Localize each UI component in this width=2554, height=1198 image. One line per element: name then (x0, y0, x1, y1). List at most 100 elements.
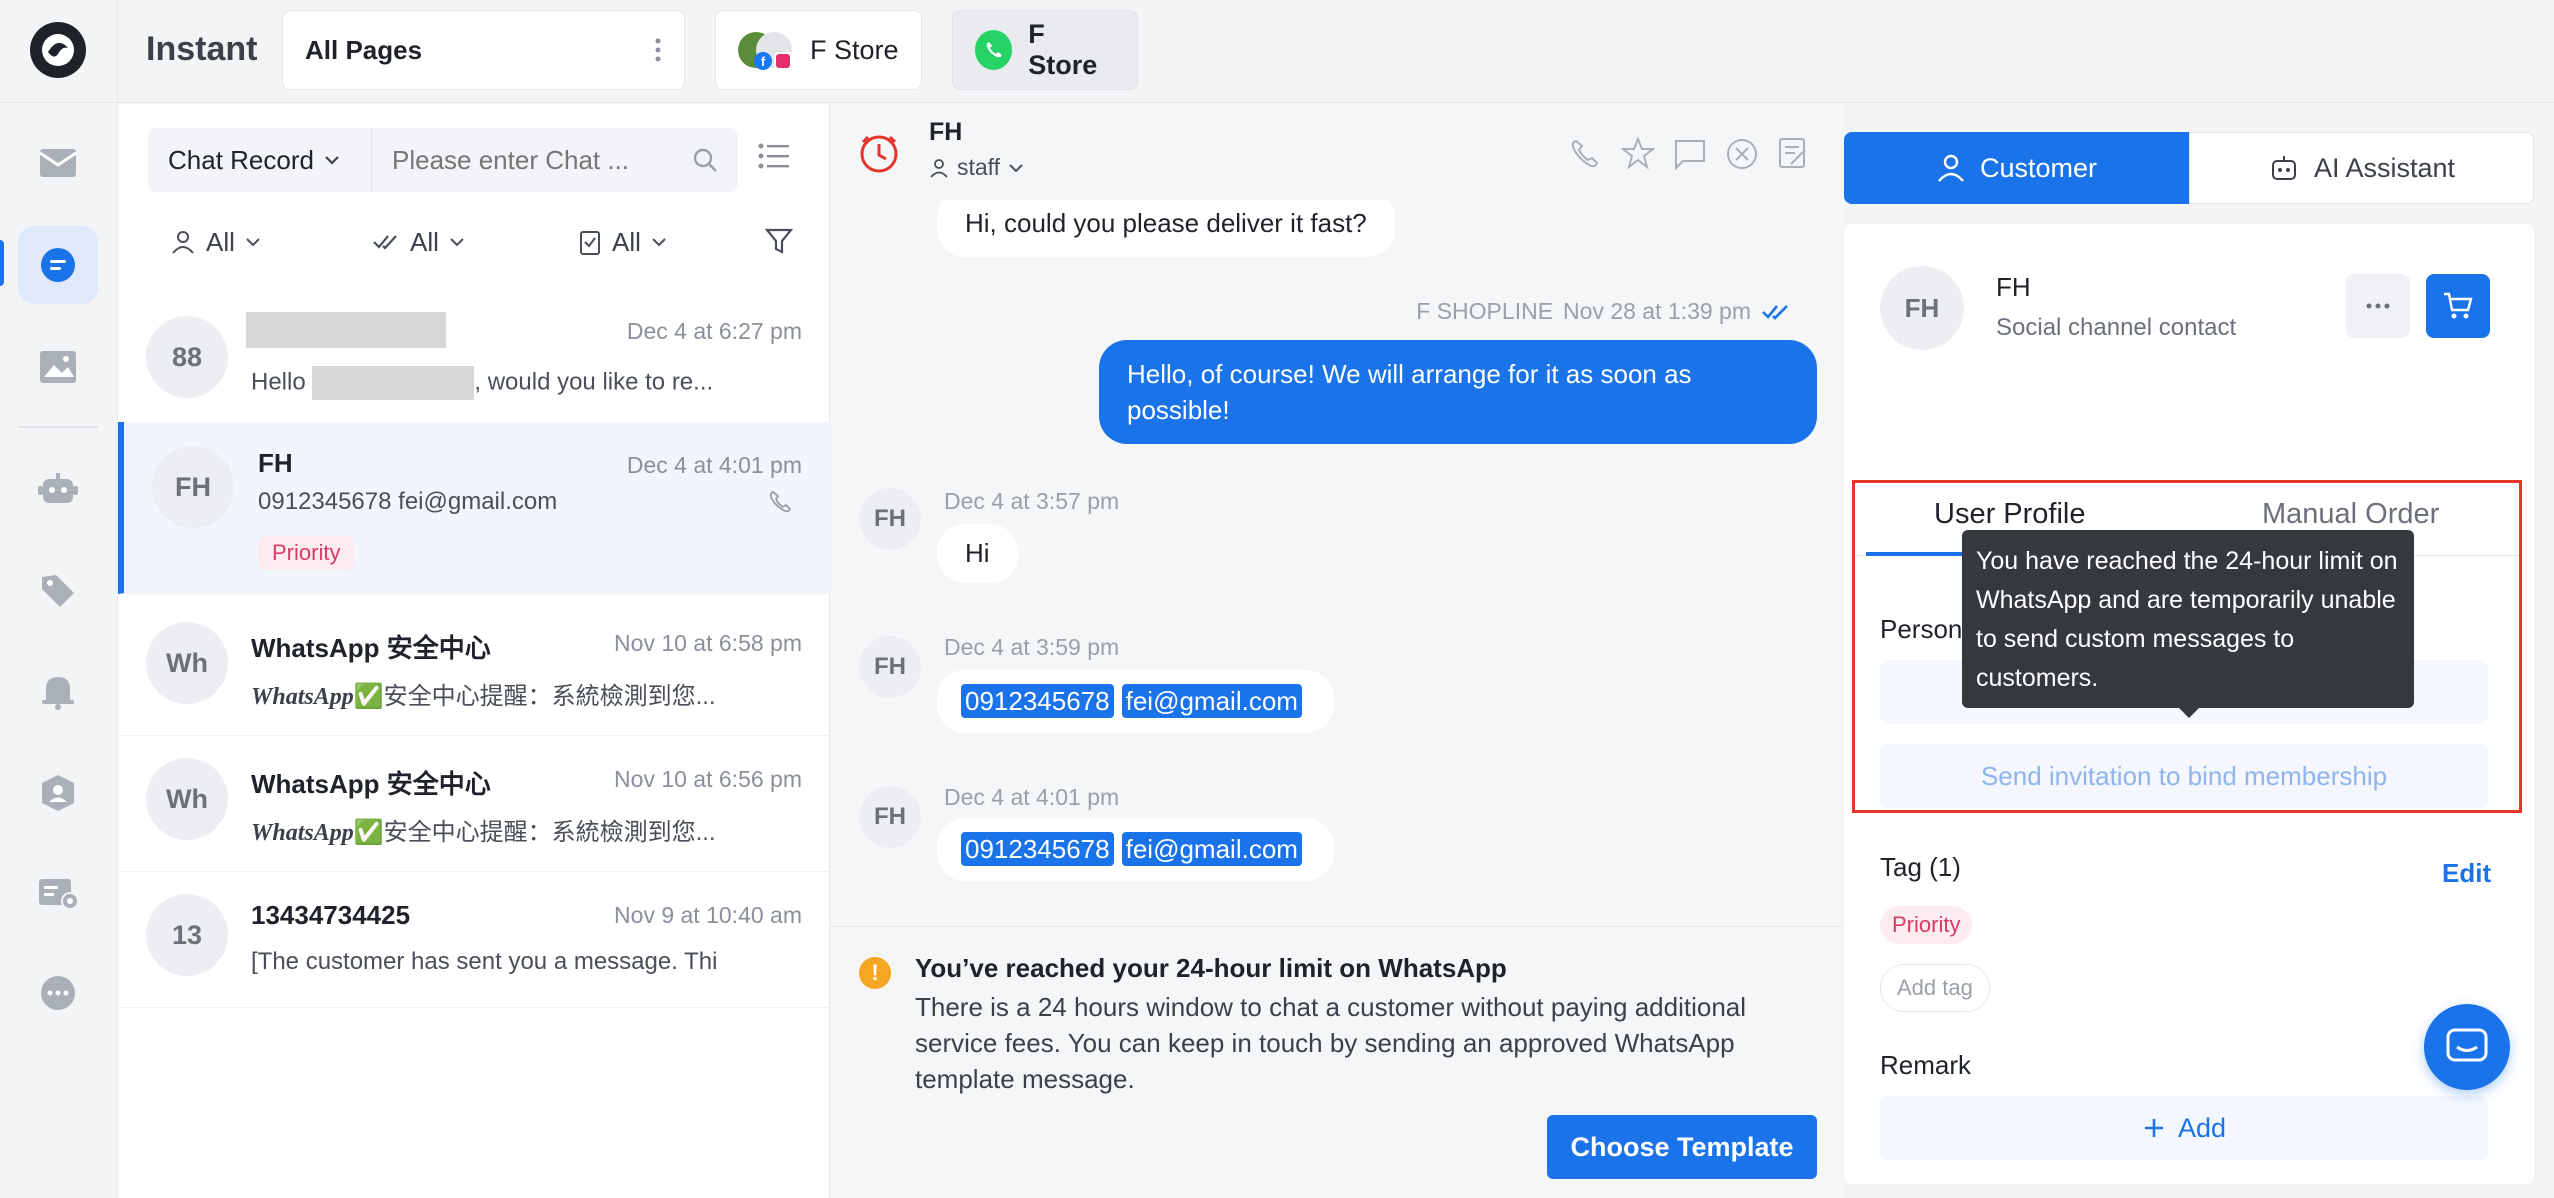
message-box-icon[interactable] (1673, 138, 1707, 170)
chat-time: Dec 4 at 6:27 pm (626, 318, 802, 344)
chat-name: WhatsApp 安全中心 (251, 769, 491, 799)
clipboard-icon (580, 231, 600, 255)
phone-icon[interactable] (768, 490, 792, 514)
chevron-down-icon (450, 238, 464, 247)
edit-tags-link[interactable]: Edit (2442, 858, 2491, 889)
store-tab-facebook-instagram[interactable]: f F Store (715, 10, 922, 90)
funnel-filter-icon[interactable] (764, 226, 794, 256)
store-tab-whatsapp[interactable]: F Store (952, 10, 1138, 90)
more-icon[interactable] (18, 954, 98, 1032)
list-view-icon[interactable] (758, 142, 790, 170)
chat-list-item[interactable]: 88 Dec 4 at 6:27 pm Hello , would you li… (118, 290, 830, 430)
avatar: FH (152, 446, 234, 528)
help-chat-button[interactable] (2424, 1004, 2510, 1090)
tab-customer[interactable]: Customer (1844, 132, 2189, 204)
message-bubble-incoming: 0912345678 fei@gmail.com (937, 670, 1334, 733)
chat-search-bar: Chat Record (148, 128, 738, 192)
remark-label: Remark (1880, 1050, 1972, 1080)
email-link[interactable]: fei@gmail.com (1121, 684, 1302, 718)
chat-list-item-selected[interactable]: FH FH Dec 4 at 4:01 pm 0912345678 fei@gm… (118, 422, 830, 594)
avatar: FH (1880, 266, 1964, 350)
filter-assignee[interactable]: All (170, 216, 261, 268)
filter-label: All (206, 226, 235, 257)
app-logo-icon[interactable] (30, 22, 86, 78)
message-time: Dec 4 at 3:59 pm (944, 634, 1120, 660)
chat-name: 13434734425 (251, 900, 411, 930)
chat-list-item[interactable]: 13 13434734425 Nov 9 at 10:40 am [The cu… (118, 868, 830, 1008)
sender-name: F SHOPLINE (1416, 298, 1554, 324)
priority-tag: Priority (258, 536, 355, 570)
phone-link[interactable]: 0912345678 (961, 684, 1114, 718)
message-meta: F SHOPLINE Nov 28 at 1:39 pm (1416, 298, 1793, 325)
store-tab-label: F Store (810, 34, 899, 65)
pages-select[interactable]: All Pages (282, 10, 685, 90)
chat-record-select[interactable]: Chat Record (148, 128, 372, 192)
read-receipt-icon (1762, 304, 1788, 320)
chat-preview: [The customer has sent you a message. Th… (251, 948, 718, 975)
customer-type: Social channel contact (1996, 314, 2237, 341)
chat-time: Nov 9 at 10:40 am (614, 902, 802, 928)
star-icon[interactable] (1621, 136, 1655, 170)
message-bubble-incoming: Hi (937, 524, 1018, 583)
call-icon[interactable] (1569, 138, 1601, 170)
assignee-select[interactable]: staff (929, 154, 1024, 181)
add-tag-button[interactable]: Add tag (1880, 964, 1990, 1012)
choose-template-button[interactable]: Choose Template (1547, 1115, 1817, 1179)
chat-icon[interactable] (18, 226, 98, 304)
block-icon[interactable] (1725, 137, 1759, 171)
filter-label: All (612, 226, 641, 257)
chat-bubble-icon (2446, 1028, 2488, 1062)
chat-list-item[interactable]: Wh WhatsApp 安全中心 Nov 10 at 6:56 pm Whats… (118, 732, 830, 872)
email-link[interactable]: fei@gmail.com (1121, 832, 1302, 866)
tag-icon[interactable] (18, 552, 98, 630)
tab-label: AI Assistant (2313, 152, 2456, 183)
kebab-menu-icon[interactable] (654, 37, 662, 63)
search-icon[interactable] (692, 147, 718, 173)
cart-button[interactable] (2426, 274, 2490, 338)
chat-list-panel: Chat Record All All All 88 Dec 4 at 6:27… (118, 104, 830, 1198)
chat-record-label: Chat Record (168, 144, 314, 175)
chevron-down-icon (652, 238, 666, 247)
avatar: 88 (146, 316, 228, 398)
warning-icon: ! (859, 957, 891, 989)
chat-preview: WhatsApp✅安全中心提醒：系統檢測到您... (251, 683, 716, 710)
priority-tag[interactable]: Priority (1880, 906, 1973, 944)
filter-read-status[interactable]: All (372, 216, 465, 268)
tab-ai-assistant[interactable]: AI Assistant (2189, 132, 2534, 204)
store-avatar: f (738, 28, 794, 72)
instagram-icon (774, 52, 792, 70)
conversation-title: FH (929, 118, 963, 146)
phone-link[interactable]: 0912345678 (961, 832, 1114, 866)
chat-list-item[interactable]: Wh WhatsApp 安全中心 Nov 10 at 6:58 pm Whats… (118, 596, 830, 736)
message-bubble-outgoing: Hello, of course! We will arrange for it… (1099, 340, 1817, 444)
whatsapp-icon (975, 30, 1013, 70)
chat-search-input[interactable] (392, 144, 672, 176)
add-remark-button[interactable]: Add (1880, 1096, 2488, 1160)
message-bubble-incoming: 0912345678 fei@gmail.com (937, 818, 1334, 881)
filter-status[interactable]: All (578, 216, 667, 268)
chat-search-field[interactable] (372, 128, 738, 192)
clock-icon (860, 135, 898, 173)
chat-time: Nov 10 at 6:58 pm (614, 630, 802, 656)
id-card-icon[interactable] (18, 854, 98, 932)
image-icon[interactable] (18, 328, 98, 406)
note-icon[interactable] (1777, 136, 1809, 170)
bell-icon[interactable] (18, 652, 98, 730)
inbox-icon[interactable] (18, 124, 98, 202)
message-time: Nov 28 at 1:39 pm (1563, 298, 1751, 324)
person-icon (930, 158, 948, 178)
conversation-panel: Hi, could you please deliver it fast? F … (831, 104, 1843, 1198)
message-bubble-incoming: Hi, could you please deliver it fast? (937, 190, 1395, 257)
avatar: FH (859, 786, 921, 848)
person-icon (172, 231, 194, 254)
contact-icon[interactable] (18, 754, 98, 832)
redacted-name (246, 312, 446, 348)
chat-preview: WhatsApp✅安全中心提醒：系統檢測到您... (251, 819, 716, 846)
right-panel-tabs: Customer AI Assistant (1844, 132, 2534, 204)
robot-icon[interactable] (18, 450, 98, 528)
more-options-button[interactable] (2346, 274, 2410, 338)
double-check-icon (373, 235, 397, 250)
chat-preview: 0912345678 fei@gmail.com (258, 488, 558, 515)
filter-label: All (410, 226, 439, 257)
person-icon (1938, 154, 1964, 182)
